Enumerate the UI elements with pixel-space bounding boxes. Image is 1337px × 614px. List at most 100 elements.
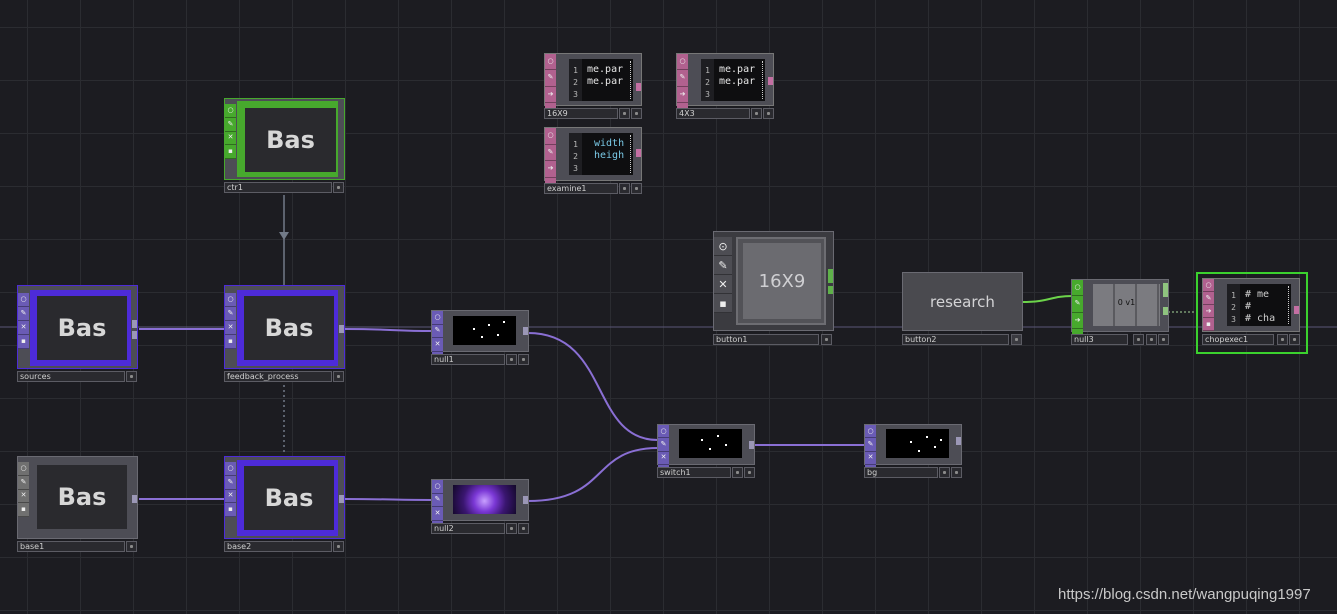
flag-icon[interactable] (631, 183, 642, 194)
arrow-icon[interactable]: ➔ (677, 87, 688, 103)
pencil-icon[interactable]: ✎ (225, 118, 236, 132)
node-name[interactable]: bg (864, 467, 938, 478)
flag-icon[interactable] (1277, 334, 1288, 345)
circle-icon[interactable]: ○ (18, 293, 29, 307)
node-null3[interactable]: ○✎➔▪ 0 v1 null3 (1071, 279, 1169, 346)
node-bg[interactable]: ○✎✕▪ bg (864, 424, 962, 479)
flag-icon[interactable] (333, 541, 344, 552)
lock-icon[interactable]: ▪ (18, 503, 29, 517)
circle-icon[interactable]: ○ (1072, 280, 1083, 297)
circle-icon[interactable]: ○ (18, 462, 29, 476)
node-null2[interactable]: ○✎✕▪ null2 (431, 479, 529, 535)
arrow-icon[interactable]: ➔ (1072, 313, 1083, 329)
pencil-icon[interactable]: ✎ (677, 70, 688, 87)
lock-icon[interactable]: ▪ (1203, 318, 1214, 331)
pencil-icon[interactable]: ✎ (432, 494, 443, 507)
x-icon[interactable]: ✕ (225, 132, 236, 146)
node-name[interactable]: chopexec1 (1202, 334, 1274, 345)
flag-icon[interactable] (763, 108, 774, 119)
node-name[interactable]: sources (17, 371, 125, 382)
circle-icon[interactable]: ○ (545, 128, 556, 145)
node-name[interactable]: examine1 (544, 183, 618, 194)
output-connector[interactable] (523, 496, 528, 504)
circle-icon[interactable]: ⊙ (714, 237, 732, 256)
flag-icon[interactable] (1133, 334, 1144, 345)
output-connector[interactable] (636, 149, 641, 157)
output-connector[interactable] (956, 437, 961, 445)
circle-icon[interactable]: ○ (225, 293, 236, 307)
flag-icon[interactable] (619, 183, 630, 194)
pencil-icon[interactable]: ✎ (658, 438, 669, 452)
arrow-icon[interactable]: ➔ (545, 87, 556, 103)
x-icon[interactable]: ✕ (432, 507, 443, 521)
output-connector[interactable] (828, 269, 833, 283)
flag-icon[interactable] (126, 371, 137, 382)
node-sources[interactable]: ○ ✎ ✕ ▪ Bas sources (17, 285, 138, 384)
pencil-icon[interactable]: ✎ (18, 307, 29, 321)
flag-icon[interactable] (1158, 334, 1169, 345)
node-name[interactable]: button1 (713, 334, 819, 345)
circle-icon[interactable]: ○ (432, 480, 443, 494)
arrow-icon[interactable]: ➔ (1203, 305, 1214, 318)
node-name[interactable]: 4X3 (676, 108, 750, 119)
x-icon[interactable]: ✕ (658, 452, 669, 465)
flag-icon[interactable] (333, 182, 344, 193)
flag-icon[interactable] (506, 354, 517, 365)
circle-icon[interactable]: ○ (432, 311, 443, 325)
flag-icon[interactable] (751, 108, 762, 119)
flag-icon[interactable] (1011, 334, 1022, 345)
circle-icon[interactable]: ○ (658, 425, 669, 439)
arrow-icon[interactable]: ➔ (545, 161, 556, 178)
node-name[interactable]: ctr1 (224, 182, 332, 193)
output-connector[interactable] (1294, 306, 1299, 314)
output-connector[interactable] (1163, 307, 1168, 315)
lock-icon[interactable]: ▪ (225, 145, 236, 159)
output-connector[interactable] (636, 83, 641, 91)
pencil-icon[interactable]: ✎ (545, 145, 556, 161)
pencil-icon[interactable]: ✎ (225, 307, 236, 321)
circle-icon[interactable]: ○ (1203, 279, 1214, 292)
circle-icon[interactable]: ○ (545, 54, 556, 71)
node-name[interactable]: null3 (1071, 334, 1128, 345)
node-name[interactable]: base2 (224, 541, 332, 552)
flag-icon[interactable] (1146, 334, 1157, 345)
node-examine1-dat[interactable]: ○✎➔▪ 123 widthheigh examine1 (544, 127, 642, 195)
node-name[interactable]: base1 (17, 541, 125, 552)
node-switch1[interactable]: ○✎✕▪ switch1 (657, 424, 755, 479)
node-null1[interactable]: ○✎✕▪ null1 (431, 310, 529, 366)
output-connector[interactable] (749, 441, 754, 449)
lock-icon[interactable]: ▪ (714, 294, 732, 313)
x-icon[interactable]: ✕ (18, 321, 29, 335)
node-button1[interactable]: ⊙ ✎ ✕ ▪ 16X9 button1 (713, 231, 834, 346)
node-name[interactable]: switch1 (657, 467, 731, 478)
output-connector[interactable] (768, 77, 773, 85)
flag-icon[interactable] (518, 523, 529, 534)
output-connector[interactable] (339, 325, 344, 333)
flag-icon[interactable] (939, 467, 950, 478)
x-icon[interactable]: ✕ (432, 338, 443, 352)
flag-icon[interactable] (821, 334, 832, 345)
node-button2[interactable]: research button2 (902, 272, 1023, 346)
node-16x9-dat[interactable]: ○✎➔▪ 123 me.parme.par 16X9 (544, 53, 642, 120)
flag-icon[interactable] (732, 467, 743, 478)
x-icon[interactable]: ✕ (865, 452, 876, 465)
flag-icon[interactable] (126, 541, 137, 552)
x-icon[interactable]: ✕ (714, 275, 732, 294)
pencil-icon[interactable]: ✎ (18, 476, 29, 490)
node-4x3-dat[interactable]: ○✎➔▪ 123 me.parme.par 4X3 (676, 53, 774, 120)
output-connector[interactable] (132, 320, 137, 328)
x-icon[interactable]: ✕ (225, 490, 236, 504)
flag-icon[interactable] (951, 467, 962, 478)
node-name[interactable]: feedback_process (224, 371, 332, 382)
pencil-icon[interactable]: ✎ (1203, 292, 1214, 305)
node-base1[interactable]: ○ ✎ ✕ ▪ Bas base1 (17, 456, 138, 554)
pencil-icon[interactable]: ✎ (714, 256, 732, 275)
circle-icon[interactable]: ○ (865, 425, 876, 439)
flag-icon[interactable] (1289, 334, 1300, 345)
flag-icon[interactable] (619, 108, 630, 119)
circle-icon[interactable]: ○ (225, 462, 236, 476)
output-connector[interactable] (339, 495, 344, 503)
flag-icon[interactable] (744, 467, 755, 478)
pencil-icon[interactable]: ✎ (545, 70, 556, 87)
flag-icon[interactable] (631, 108, 642, 119)
